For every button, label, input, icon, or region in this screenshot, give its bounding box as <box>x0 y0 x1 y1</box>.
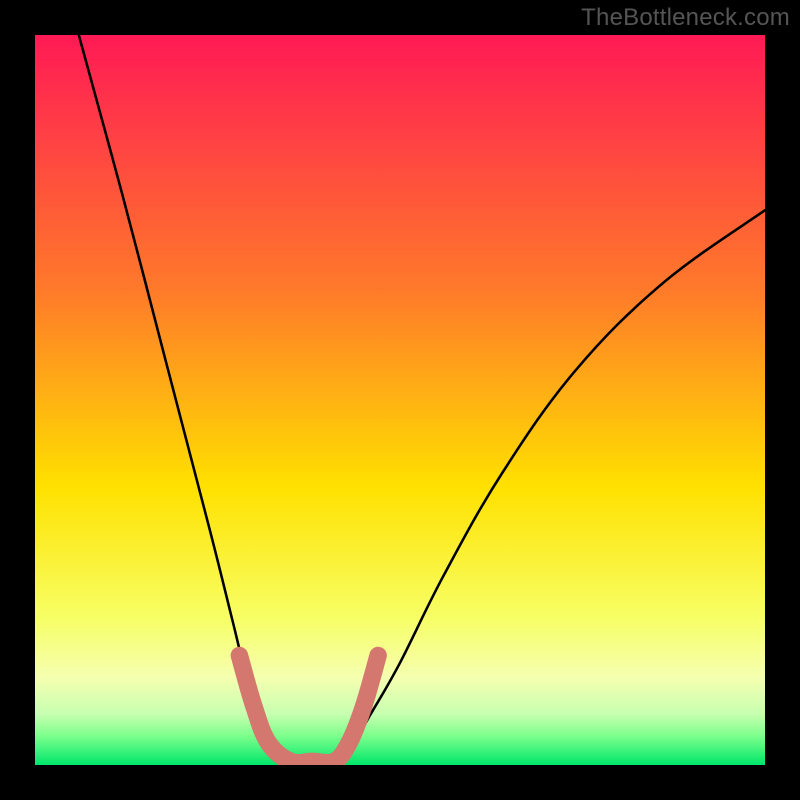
plot-area <box>35 35 765 765</box>
chart-frame: TheBottleneck.com <box>0 0 800 800</box>
bottleneck-curve <box>79 35 765 765</box>
highlight-band <box>239 656 378 763</box>
curve-layer <box>35 35 765 765</box>
watermark-text: TheBottleneck.com <box>581 4 790 32</box>
